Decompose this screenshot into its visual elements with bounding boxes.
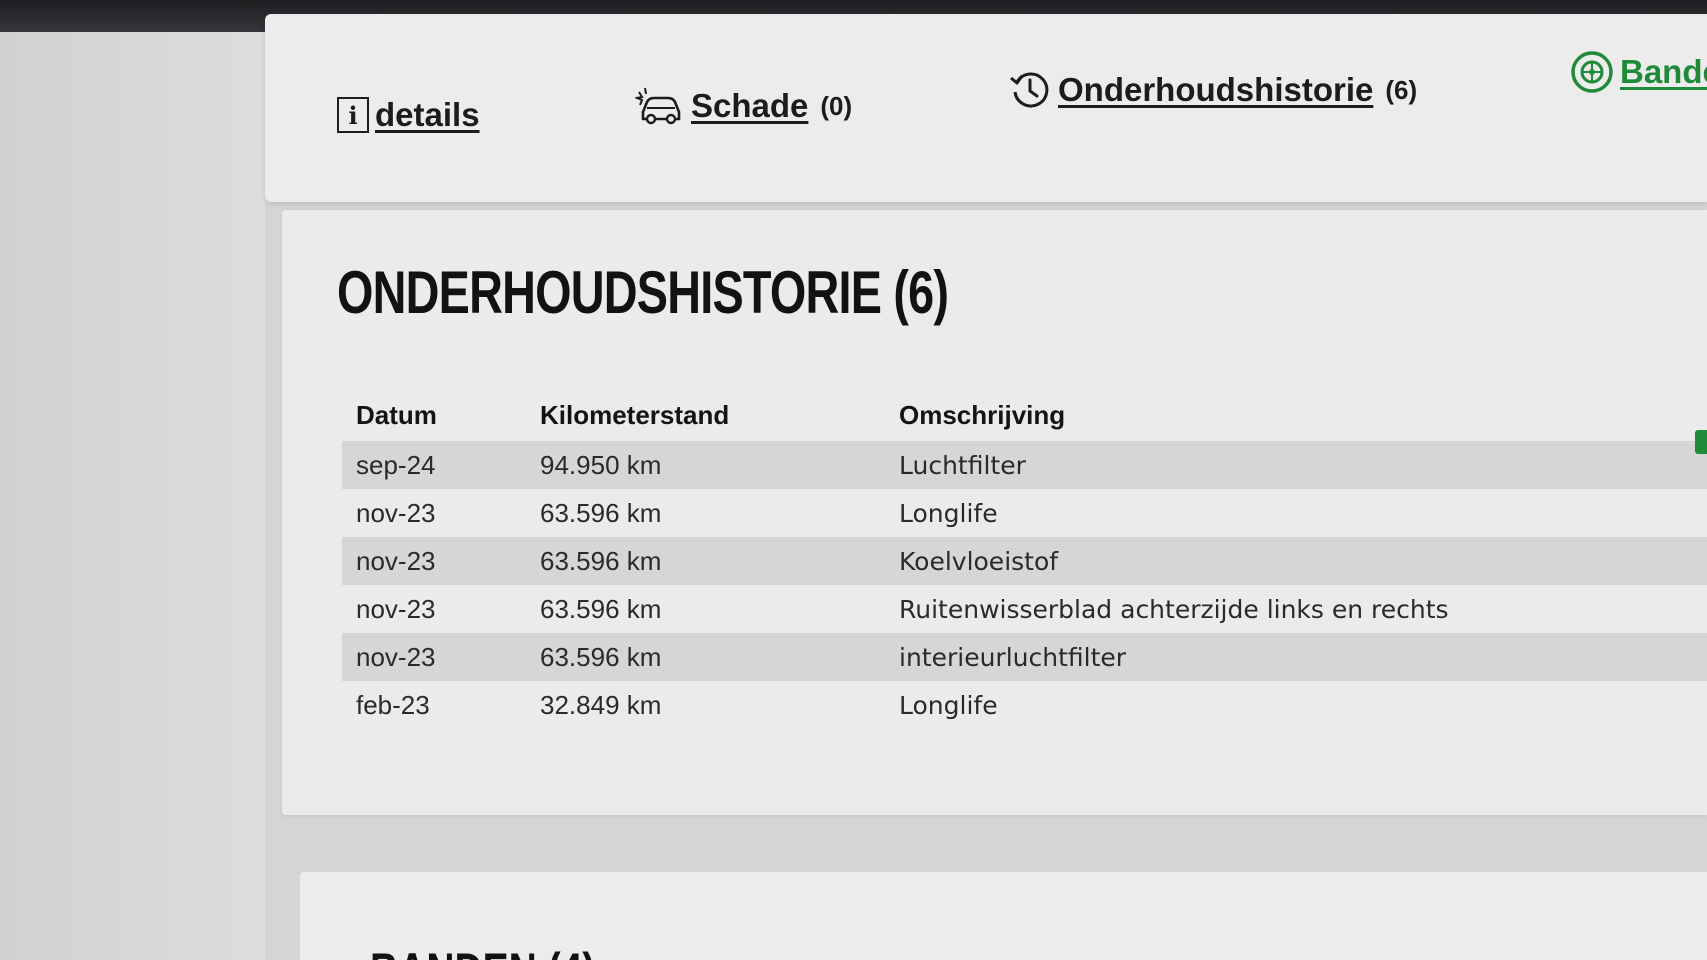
column-header-datum: Datum — [356, 400, 437, 430]
table-row: feb-23 32.849 km Longlife — [342, 681, 1707, 729]
cell-omschrijving: Ruitenwisserblad achterzijde links en re… — [885, 585, 1707, 633]
table-row: nov-23 63.596 km Koelvloeistof — [342, 537, 1707, 585]
cell-kilometerstand: 63.596 km — [526, 585, 885, 633]
cell-omschrijving: Koelvloeistof — [885, 537, 1707, 585]
cell-omschrijving: Longlife — [885, 489, 1707, 537]
tab-schade[interactable]: Schade (0) — [635, 86, 852, 126]
column-header-omschrijving: Omschrijving — [899, 400, 1066, 430]
page-left-gutter — [0, 32, 265, 960]
table-row: nov-23 63.596 km interieurluchtfilter — [342, 633, 1707, 681]
cell-datum: nov-23 — [342, 633, 526, 681]
table-row: sep-24 94.950 km Luchtfilter — [342, 441, 1707, 489]
section-title: ONDERHOUDSHISTORIE (6) — [337, 259, 949, 326]
cell-kilometerstand: 32.849 km — [526, 681, 885, 729]
tab-banden[interactable]: Bande — [1570, 50, 1707, 94]
cell-datum: nov-23 — [342, 585, 526, 633]
tab-details-label: details — [375, 96, 480, 133]
table-row: nov-23 63.596 km Ruitenwisserblad achter… — [342, 585, 1707, 633]
tab-bar: i details Schade (0) Onderhoudshistorie — [265, 14, 1707, 202]
history-clock-icon — [1008, 68, 1052, 112]
tires-card: BANDEN (4) — [300, 872, 1707, 960]
cell-datum: nov-23 — [342, 537, 526, 585]
tab-schade-label: Schade — [691, 87, 809, 124]
cell-kilometerstand: 94.950 km — [526, 441, 885, 489]
tab-onderhoudshistorie-count: (6) — [1385, 74, 1418, 105]
cell-datum: feb-23 — [342, 681, 526, 729]
cell-datum: nov-23 — [342, 489, 526, 537]
cell-kilometerstand: 63.596 km — [526, 537, 885, 585]
cell-omschrijving: Longlife — [885, 681, 1707, 729]
scroll-indicator[interactable] — [1695, 430, 1707, 454]
tab-onderhoudshistorie[interactable]: Onderhoudshistorie (6) — [1008, 68, 1417, 112]
car-damage-icon — [635, 86, 685, 126]
tab-details[interactable]: i details — [337, 96, 480, 134]
tab-schade-count: (0) — [820, 90, 853, 121]
tires-section-title: BANDEN (4) — [370, 942, 595, 960]
table-row: nov-23 63.596 km Longlife — [342, 489, 1707, 537]
tire-icon — [1570, 50, 1614, 94]
cell-kilometerstand: 63.596 km — [526, 489, 885, 537]
cell-datum: sep-24 — [342, 441, 526, 489]
cell-omschrijving: Luchtfilter — [885, 441, 1707, 489]
table-header-row: Datum Kilometerstand Omschrijving — [342, 400, 1707, 441]
column-header-kilometerstand: Kilometerstand — [540, 400, 730, 430]
cell-kilometerstand: 63.596 km — [526, 633, 885, 681]
tab-banden-label: Bande — [1620, 53, 1707, 90]
info-icon: i — [337, 97, 369, 133]
maintenance-history-table: Datum Kilometerstand Omschrijving sep-24… — [342, 400, 1707, 729]
maintenance-history-card: ONDERHOUDSHISTORIE (6) Datum Kilometerst… — [282, 210, 1707, 815]
cell-omschrijving: interieurluchtfilter — [885, 633, 1707, 681]
tab-onderhoudshistorie-label: Onderhoudshistorie — [1058, 71, 1374, 108]
